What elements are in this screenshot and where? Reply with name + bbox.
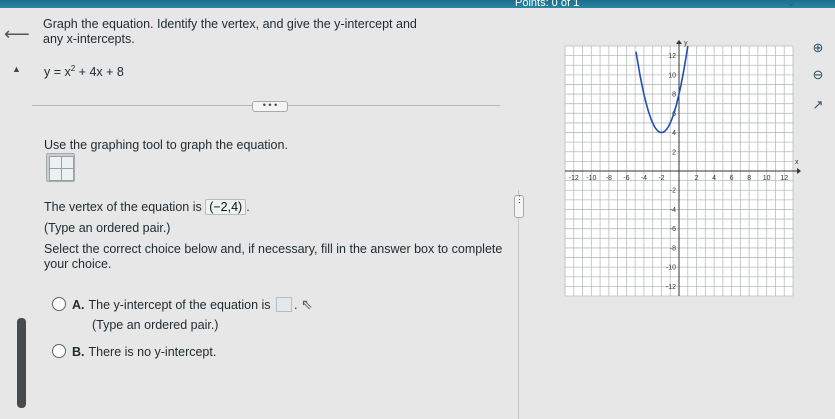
- y-tick-label: -2: [670, 188, 676, 195]
- vertex-suffix: .: [246, 200, 250, 214]
- panel-divider: [518, 190, 519, 419]
- vertex-prefix: The vertex of the equation is: [44, 200, 202, 214]
- splitter-handle[interactable]: ⋮: [514, 195, 524, 218]
- select-prompt: Select the correct choice below and, if …: [44, 242, 503, 271]
- x-tick-label: -12: [569, 175, 579, 182]
- choice-b-text: There is no y-intercept.: [88, 345, 217, 359]
- x-axis-label: x: [795, 159, 799, 166]
- top-bar: [0, 0, 835, 8]
- external-link-icon[interactable]: ↗: [810, 97, 826, 113]
- scrollbar[interactable]: [17, 318, 26, 408]
- graphing-tool-icon[interactable]: [46, 153, 75, 182]
- choice-b-letter: B.: [72, 345, 85, 359]
- y-tick-label: -8: [670, 245, 676, 252]
- choice-a-hint: (Type an ordered pair.): [92, 318, 219, 332]
- question-prompt: Graph the equation. Identify the vertex,…: [43, 17, 417, 46]
- y-tick-label: 2: [672, 149, 676, 156]
- y-axis-arrow: [676, 40, 682, 44]
- x-tick-label: 2: [695, 175, 699, 182]
- equation-lhs: y = x: [44, 65, 71, 80]
- more-button[interactable]: • • •: [252, 101, 288, 112]
- y-tick-label: 8: [672, 92, 676, 99]
- vertex-line: The vertex of the equation is (−2,4).: [44, 199, 250, 215]
- graph-area[interactable]: xy-12 -10 -8 -6 -4 -2 2 4 6 8 10 1212108642-2-4-6-8…: [557, 38, 807, 306]
- triangle-up-icon[interactable]: ▲: [12, 64, 21, 74]
- left-arrow-icon[interactable]: ⟵: [4, 24, 30, 45]
- radio-b[interactable]: [52, 344, 66, 358]
- x-tick-label: 10: [763, 175, 771, 182]
- choice-b[interactable]: B. There is no y-intercept.: [52, 344, 216, 359]
- x-axis-arrow: [797, 168, 801, 174]
- zoom-out-icon[interactable]: ⊖: [810, 67, 826, 83]
- x-tick-label: 4: [712, 175, 716, 182]
- y-tick-label: -4: [670, 207, 676, 214]
- x-tick-label: -2: [658, 175, 664, 182]
- y-intercept-answer-box[interactable]: [276, 297, 293, 312]
- cursor-icon: ⇖: [301, 296, 313, 312]
- x-tick-label: -4: [641, 175, 647, 182]
- menu-chevron-icon[interactable]: ⌄: [786, 0, 795, 9]
- x-tick-label: -6: [623, 175, 629, 182]
- vertex-answer-box[interactable]: (−2,4): [205, 199, 247, 215]
- x-tick-label: -8: [606, 175, 612, 182]
- x-tick-label: -10: [586, 175, 596, 182]
- y-tick-label: 4: [672, 130, 676, 137]
- x-tick-label: 8: [747, 175, 751, 182]
- y-tick-label: -6: [670, 226, 676, 233]
- instruction-text: Use the graphing tool to graph the equat…: [44, 138, 288, 152]
- y-tick-label: 12: [668, 53, 676, 60]
- x-tick-label: 12: [780, 175, 788, 182]
- zoom-in-icon[interactable]: ⊕: [810, 40, 826, 56]
- x-tick-label: 6: [730, 175, 734, 182]
- points-label: Points: 0 of 1: [515, 0, 580, 9]
- equation-rhs: + 4x + 8: [75, 65, 124, 80]
- choice-a[interactable]: A. The y-intercept of the equation is . ⇖: [52, 296, 313, 313]
- choice-a-text: The y-intercept of the equation is: [88, 298, 271, 312]
- y-tick-label: 10: [668, 72, 676, 79]
- choice-a-suffix: .: [294, 298, 298, 312]
- equation: y = x2 + 4x + 8: [44, 64, 124, 79]
- choice-a-letter: A.: [72, 298, 85, 312]
- radio-a[interactable]: [52, 297, 66, 311]
- y-tick-label: -12: [666, 284, 676, 291]
- y-tick-label: -10: [666, 265, 676, 272]
- vertex-hint: (Type an ordered pair.): [44, 221, 171, 235]
